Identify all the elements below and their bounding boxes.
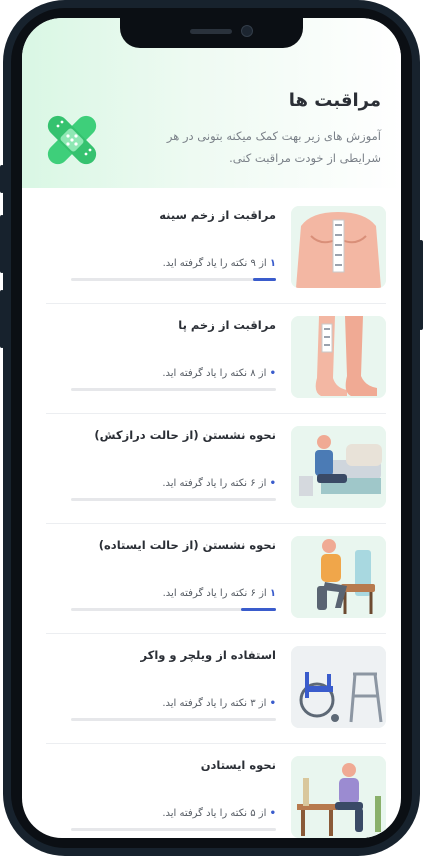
divider [46, 743, 386, 744]
progress-bar-fill [241, 608, 276, 611]
app-screen: مراقبت ها آموزش های زیر بهت کمک میکنه بت… [22, 18, 401, 838]
progress-label: از ۶ نکته را یاد گرفته اید. [162, 478, 267, 489]
progress-bar [71, 608, 276, 611]
page-title: مراقبت ها [288, 90, 381, 111]
bandage-icon [47, 115, 97, 165]
item-progress-text: • از ۶ نکته را یاد گرفته اید. [162, 478, 276, 489]
item-progress-text: • از ۸ نکته را یاد گرفته اید. [162, 368, 276, 379]
sitting-from-lying-icon [291, 426, 386, 508]
speaker [190, 29, 232, 34]
list-item[interactable]: نحوه نشستن (از حالت درازکش) • از ۶ نکته … [46, 416, 386, 524]
list-item[interactable]: نحوه نشستن (از حالت ایستاده) ۱ از ۶ نکته… [46, 526, 386, 634]
progress-bar [71, 388, 276, 391]
list-item[interactable]: استفاده از ویلچر و واکر • از ۳ نکته را ی… [46, 636, 386, 744]
progress-label: از ۹ نکته را یاد گرفته اید. [162, 258, 267, 269]
standing-up-icon [291, 756, 386, 838]
progress-bar [71, 278, 276, 281]
learned-count: • [269, 698, 276, 709]
leg-wound-icon [291, 316, 386, 398]
divider [46, 303, 386, 304]
progress-bar-fill [253, 278, 276, 281]
list-item[interactable]: مراقبت از زخم پا • از ۸ نکته را یاد گرفت… [46, 306, 386, 414]
chest-wound-icon [291, 206, 386, 288]
camera [241, 25, 253, 37]
divider [46, 413, 386, 414]
learned-count: • [269, 808, 276, 819]
item-title: نحوه ایستادن [200, 758, 276, 772]
progress-bar [71, 718, 276, 721]
learned-count: • [269, 478, 276, 489]
learned-count: ۱ [269, 258, 276, 269]
sitting-from-standing-icon [291, 536, 386, 618]
wheelchair-walker-icon [291, 646, 386, 728]
volume-button [0, 165, 4, 193]
progress-bar [71, 498, 276, 501]
page-subtitle: آموزش های زیر بهت کمک میکنه بتونی در هر … [166, 129, 381, 165]
item-progress-text: ۱ از ۹ نکته را یاد گرفته اید. [163, 258, 276, 269]
progress-label: از ۵ نکته را یاد گرفته اید. [162, 808, 267, 819]
progress-label: از ۶ نکته را یاد گرفته اید. [162, 588, 267, 599]
item-title: استفاده از ویلچر و واکر [140, 648, 277, 662]
divider [46, 633, 386, 634]
volume-button [0, 290, 4, 348]
volume-button [0, 215, 4, 273]
power-button [419, 240, 423, 330]
progress-bar [71, 828, 276, 831]
item-progress-text: • از ۵ نکته را یاد گرفته اید. [162, 808, 276, 819]
list-item[interactable]: مراقبت از زخم سینه ۱ از ۹ نکته را یاد گر… [46, 196, 386, 304]
divider [46, 523, 386, 524]
item-progress-text: ۱ از ۶ نکته را یاد گرفته اید. [163, 588, 276, 599]
item-title: نحوه نشستن (از حالت درازکش) [94, 428, 276, 442]
progress-label: از ۸ نکته را یاد گرفته اید. [162, 368, 267, 379]
item-title: مراقبت از زخم سینه [159, 208, 276, 222]
progress-label: از ۳ نکته را یاد گرفته اید. [162, 698, 267, 709]
list-item[interactable]: نحوه ایستادن • از ۵ نکته را یاد گرفته ای… [46, 746, 386, 838]
learned-count: • [269, 368, 276, 379]
notch [120, 18, 303, 48]
learned-count: ۱ [269, 588, 276, 599]
item-progress-text: • از ۳ نکته را یاد گرفته اید. [162, 698, 276, 709]
item-title: نحوه نشستن (از حالت ایستاده) [98, 538, 276, 552]
item-title: مراقبت از زخم پا [178, 318, 276, 332]
